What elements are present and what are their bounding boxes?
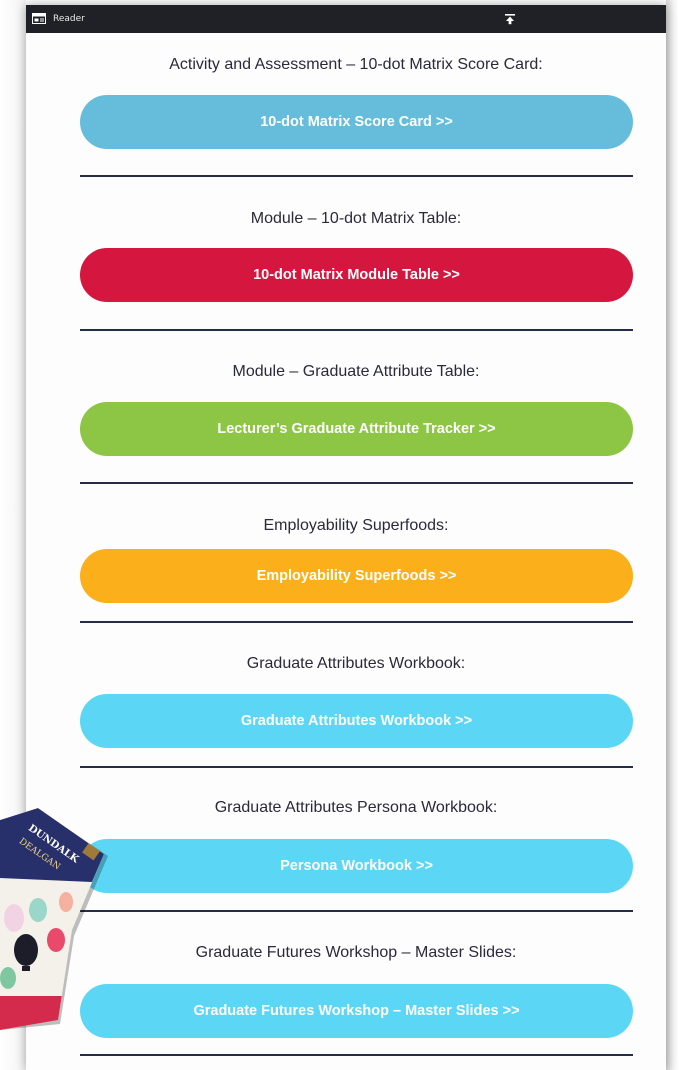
section-title-score-card: Activity and Assessment – 10-dot Matrix … bbox=[169, 56, 543, 73]
master-slides-button[interactable]: Graduate Futures Workshop – Master Slide… bbox=[80, 984, 633, 1038]
attributes-workbook-button[interactable]: Graduate Attributes Workbook >> bbox=[80, 694, 633, 748]
section-title-attributes-workbook: Graduate Attributes Workbook: bbox=[246, 655, 466, 672]
superfoods-button[interactable]: Employability Superfoods >> bbox=[80, 549, 633, 603]
section-title-module-table: Module – 10-dot Matrix Table: bbox=[250, 210, 462, 227]
section-divider bbox=[80, 175, 633, 177]
reader-view-icon[interactable] bbox=[32, 13, 46, 24]
section-divider bbox=[80, 621, 633, 623]
section-divider bbox=[80, 1054, 633, 1056]
section-divider bbox=[80, 329, 633, 331]
section-title-graduate-attribute-table: Module – Graduate Attribute Table: bbox=[232, 363, 480, 380]
module-table-button[interactable]: 10-dot Matrix Module Table >> bbox=[80, 248, 633, 302]
section-title-superfoods: Employability Superfoods: bbox=[263, 517, 449, 534]
title-bar: Reader bbox=[26, 5, 666, 33]
pin-icon[interactable] bbox=[504, 13, 516, 25]
score-card-button[interactable]: 10-dot Matrix Score Card >> bbox=[80, 95, 633, 149]
section-divider bbox=[80, 482, 633, 484]
attribute-tracker-button[interactable]: Lecturer’s Graduate Attribute Tracker >> bbox=[80, 402, 633, 456]
section-divider bbox=[80, 766, 633, 768]
page-backdrop-right bbox=[666, 0, 679, 1070]
brochure-cover-image: DUNDALK DEALGAN bbox=[0, 790, 128, 1030]
persona-workbook-button[interactable]: Persona Workbook >> bbox=[80, 839, 633, 893]
window-title: Reader bbox=[53, 14, 85, 24]
section-divider bbox=[80, 910, 633, 912]
